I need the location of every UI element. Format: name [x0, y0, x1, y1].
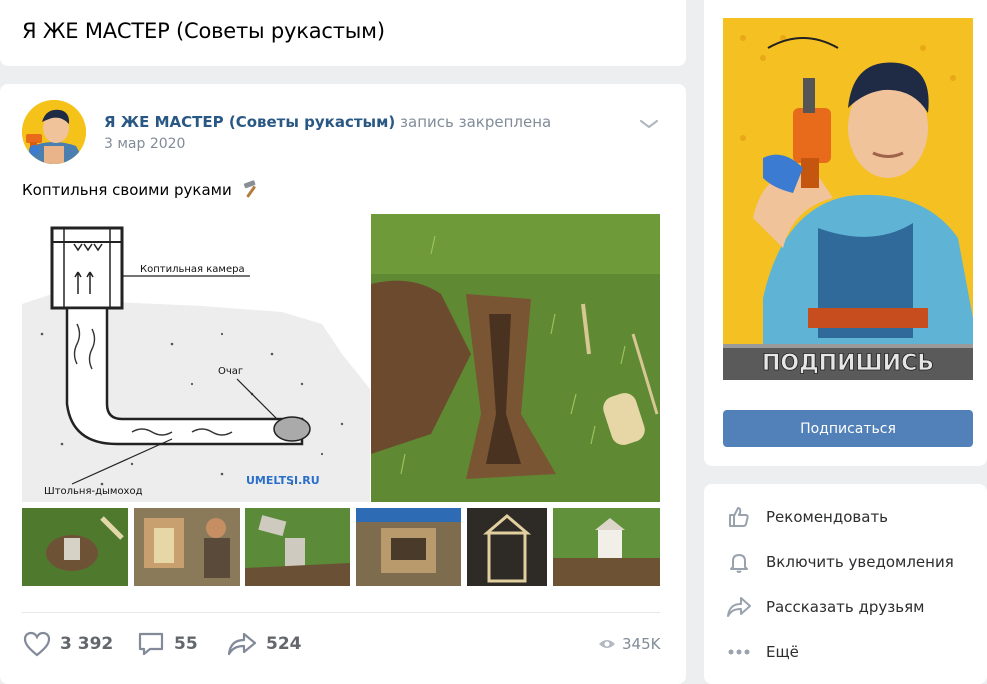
share-friends-label: Рассказать друзьям: [766, 598, 925, 616]
smokehouse-diagram-photo[interactable]: Коптильная камера Очаг Штольня-дымоход U…: [22, 214, 370, 502]
thumbnail-photo-6[interactable]: [553, 508, 660, 586]
thumbnail-photo-3[interactable]: [245, 508, 350, 586]
post-card: Я ЖЕ МАСТЕР (Советы рукастым) запись зак…: [0, 84, 686, 684]
bell-icon: [726, 549, 752, 575]
diagram-label-chamber: Коптильная камера: [140, 264, 245, 275]
view-count: 345K: [622, 635, 661, 653]
thumbnail-photo-1[interactable]: [22, 508, 128, 586]
chevron-down-icon[interactable]: [638, 116, 660, 130]
community-actions-card: Рекомендовать Включить уведомления Расск…: [704, 484, 987, 684]
like-button[interactable]: 3 392: [22, 628, 113, 660]
notifications-label: Включить уведомления: [766, 553, 954, 571]
recommend-label: Рекомендовать: [766, 508, 889, 526]
share-button[interactable]: 524: [226, 628, 302, 660]
community-avatar[interactable]: [22, 100, 86, 164]
community-cover-card: ПОДПИШИСЬ Подписаться: [704, 0, 987, 466]
share-count: 524: [266, 634, 302, 654]
recommend-action[interactable]: Рекомендовать: [726, 502, 888, 532]
like-count: 3 392: [60, 634, 114, 654]
community-header: Я ЖЕ МАСТЕР (Советы рукастым): [0, 0, 686, 66]
share-icon: [227, 632, 257, 656]
post-text: Коптильня своими руками: [22, 180, 263, 199]
more-action[interactable]: Ещё: [726, 637, 799, 667]
post-text-content: Коптильня своими руками: [22, 181, 232, 199]
thumbnail-photo-2[interactable]: [134, 508, 240, 586]
heart-icon: [23, 631, 51, 657]
subscribe-button[interactable]: Подписаться: [723, 410, 973, 447]
thumbs-up-icon: [726, 504, 752, 530]
post-date[interactable]: 3 мар 2020: [104, 136, 185, 152]
more-dots-icon: [726, 639, 752, 665]
thumbnail-photo-4[interactable]: [356, 508, 461, 586]
post-author-link[interactable]: Я ЖЕ МАСТЕР (Советы рукастым): [104, 113, 395, 131]
community-cover-image[interactable]: ПОДПИШИСЬ: [723, 18, 973, 380]
pinned-note: запись закреплена: [400, 113, 552, 131]
post-divider: [22, 612, 660, 613]
diagram-label-hearth: Очаг: [218, 366, 243, 377]
comment-icon: [138, 632, 164, 656]
thumbnail-photo-5[interactable]: [467, 508, 547, 586]
comment-button[interactable]: 55: [136, 628, 198, 660]
share-arrow-icon: [726, 594, 752, 620]
share-friends-action[interactable]: Рассказать друзьям: [726, 592, 924, 622]
trench-photo[interactable]: [371, 214, 660, 502]
eye-icon: [599, 640, 615, 648]
notifications-action[interactable]: Включить уведомления: [726, 547, 954, 577]
comment-count: 55: [174, 634, 198, 654]
diagram-watermark: UMELTSI.RU: [246, 474, 320, 487]
views-counter: 345K: [598, 635, 660, 653]
more-label: Ещё: [766, 643, 799, 661]
diagram-label-flue: Штольня-дымоход: [44, 486, 143, 497]
hammer-icon: [241, 180, 263, 198]
community-title: Я ЖЕ МАСТЕР (Советы рукастым): [22, 19, 385, 43]
promo-banner-text: ПОДПИШИСЬ: [762, 351, 934, 376]
